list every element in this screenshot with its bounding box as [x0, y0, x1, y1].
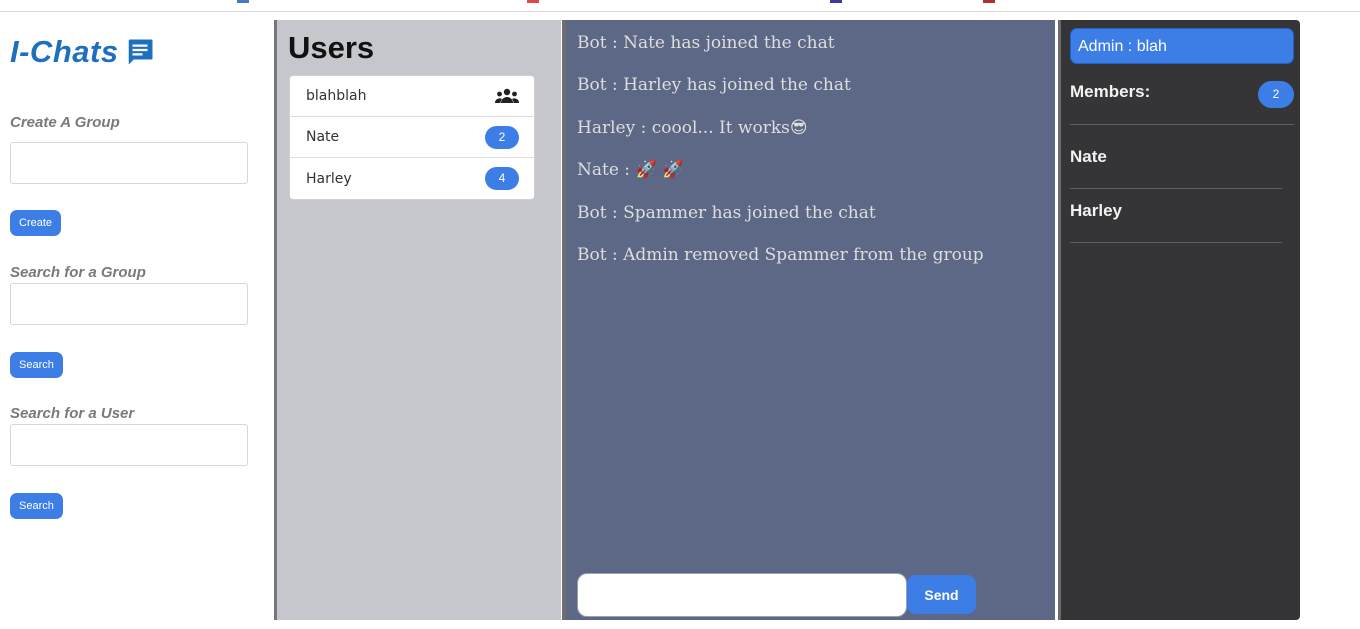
chat-message: Bot : Admin removed Spammer from the gro…	[577, 245, 984, 265]
members-heading: Members:	[1070, 82, 1151, 101]
member-name: Nate	[1070, 147, 1107, 166]
rocket-emoji: 🚀 🚀	[635, 160, 684, 180]
members-panel: Admin : blah Members: 2 Nate Harley	[1058, 20, 1300, 620]
user-item-blahblah[interactable]: blahblah	[290, 76, 534, 117]
users-list: blahblah Nate 2 Harley 4	[289, 75, 535, 200]
search-group-label: Search for a Group	[10, 264, 146, 281]
sunglasses-emoji: 😎	[789, 118, 808, 138]
brand-title: I-Chats	[10, 34, 119, 69]
brand-logo[interactable]: I-Chats	[10, 34, 155, 70]
member-item[interactable]: Nate	[1070, 135, 1282, 189]
users-title: Users	[288, 30, 375, 65]
bookmark-mark	[983, 0, 995, 3]
divider	[1070, 124, 1294, 125]
search-user-label: Search for a User	[10, 405, 135, 422]
bookmark-mark	[830, 0, 842, 3]
chat-message: Bot : Harley has joined the chat	[577, 75, 851, 95]
search-group-input[interactable]	[10, 283, 248, 325]
browser-top-strip	[0, 0, 1360, 12]
bookmark-mark	[237, 0, 249, 3]
create-group-label: Create A Group	[10, 114, 120, 131]
chat-message: Nate : 🚀 🚀	[577, 160, 684, 180]
chat-message: Bot : Spammer has joined the chat	[577, 203, 876, 223]
user-item-harley[interactable]: Harley 4	[290, 158, 534, 199]
user-name: Nate	[306, 129, 340, 145]
message-input[interactable]	[577, 573, 907, 617]
member-name: Harley	[1070, 201, 1122, 220]
search-group-button[interactable]: Search	[10, 352, 63, 378]
chat-icon	[128, 39, 153, 65]
users-group-icon	[495, 88, 519, 103]
user-name: blahblah	[306, 88, 367, 104]
admin-label: Admin : blah	[1070, 28, 1294, 64]
user-item-nate[interactable]: Nate 2	[290, 117, 534, 158]
chat-message: Bot : Nate has joined the chat	[577, 33, 835, 53]
chat-panel: Bot : Nate has joined the chat Bot : Har…	[562, 20, 1055, 620]
user-name: Harley	[306, 170, 352, 187]
users-panel: Users blahblah Nate 2 Harley 4	[274, 20, 561, 620]
left-panel: I-Chats Create A Group Create Search for…	[0, 12, 275, 629]
send-button[interactable]: Send	[907, 575, 976, 614]
unread-badge: 4	[485, 167, 519, 190]
search-user-input[interactable]	[10, 424, 248, 466]
search-user-button[interactable]: Search	[10, 493, 63, 519]
chat-message: Harley : coool... It works😎	[577, 118, 808, 138]
unread-badge: 2	[485, 125, 519, 149]
member-item[interactable]: Harley	[1070, 189, 1282, 243]
create-group-button[interactable]: Create	[10, 210, 62, 236]
create-group-input[interactable]	[10, 142, 248, 184]
bookmark-mark	[527, 0, 539, 3]
members-count-badge: 2	[1258, 81, 1294, 108]
